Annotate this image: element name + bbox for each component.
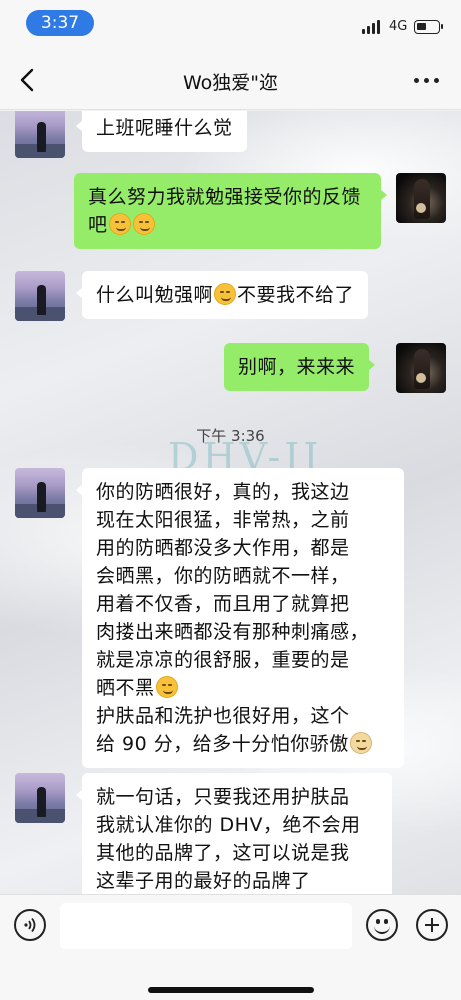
message-line: 会晒黑，你的防晒就不一样， xyxy=(96,565,350,587)
message-bubble-received[interactable]: 上班呢睡什么觉 xyxy=(76,111,247,152)
message-line: 我就认准你的 DHV，绝不会用 xyxy=(96,814,361,836)
message-text: 不要我不给了 xyxy=(237,284,355,306)
my-avatar[interactable] xyxy=(396,173,446,223)
message-line: 你的防晒很好，真的，我这边 xyxy=(96,481,350,503)
message-line: 肉搂出来晒都没有那种刺痛感， xyxy=(96,621,370,643)
message-text: 什么叫勉强啊 xyxy=(96,284,214,306)
message-line: 晒不黑 xyxy=(96,677,155,699)
network-type: 4G xyxy=(389,19,408,34)
message-text-input[interactable] xyxy=(60,903,352,949)
message-bubble-received[interactable]: 就一句话，只要我还用护肤品 我就认准你的 DHV，绝不会用 其他的品牌了，这可以… xyxy=(76,773,392,894)
contact-avatar[interactable] xyxy=(15,773,65,823)
message-bubble-received[interactable]: 你的防晒很好，真的，我这边 现在太阳很猛，非常热，之前 用的防晒都没多大作用，都… xyxy=(76,468,404,768)
voice-icon[interactable] xyxy=(14,909,46,941)
message-line: 其他的品牌了，这可以说是我 xyxy=(96,842,350,864)
thinking-face-emoji-icon xyxy=(132,213,155,235)
chevron-left-icon[interactable] xyxy=(18,68,38,92)
message-line: 现在太阳很猛，非常热，之前 xyxy=(96,509,350,531)
message-line: 用着不仅香，而且用了就算把 xyxy=(96,593,350,615)
message-line: 护肤品和洗护也很好用，这个 xyxy=(96,705,350,727)
contact-avatar[interactable] xyxy=(15,111,65,158)
chat-header: Wo独爱"迩 xyxy=(0,50,461,110)
message-line: 给 90 分，给多十分怕你骄傲 xyxy=(96,733,349,755)
message-text: 别啊，来来来 xyxy=(238,356,356,378)
message-line: 就一句话，只要我还用护肤品 xyxy=(96,786,350,808)
my-avatar[interactable] xyxy=(396,343,446,393)
chat-message-list[interactable]: 上班呢睡什么觉 真么努力我就勉强接受你的反馈吧 什么叫勉强啊 不要我不给了 别啊，… xyxy=(0,111,461,894)
battery-icon xyxy=(414,20,443,34)
message-timestamp: 下午 3:36 xyxy=(196,427,265,445)
more-dots-icon[interactable] xyxy=(414,78,440,84)
message-text: 上班呢睡什么觉 xyxy=(96,117,233,139)
emoji-icon[interactable] xyxy=(366,909,398,941)
message-input-bar xyxy=(0,894,461,1000)
message-line: 这辈子用的最好的品牌了 xyxy=(96,870,311,892)
message-line: 就是凉凉的很舒服，重要的是 xyxy=(96,649,350,671)
chat-title: Wo独爱"迩 xyxy=(182,72,279,94)
status-bar: 3:37 4G xyxy=(0,0,461,50)
plus-icon[interactable] xyxy=(416,909,448,941)
thinking-face-emoji-icon xyxy=(108,213,131,235)
home-indicator[interactable] xyxy=(148,987,314,993)
smile-face-emoji-icon xyxy=(214,283,237,305)
message-bubble-sent[interactable]: 真么努力我就勉强接受你的反馈吧 xyxy=(74,173,387,249)
message-line: 用的防晒都没多大作用，都是 xyxy=(96,537,350,559)
laughing-face-emoji-icon xyxy=(155,676,178,698)
contact-avatar[interactable] xyxy=(15,468,65,518)
message-bubble-sent[interactable]: 别啊，来来来 xyxy=(224,343,376,391)
signal-icon xyxy=(362,20,382,34)
message-bubble-received[interactable]: 什么叫勉强啊 不要我不给了 xyxy=(75,271,369,319)
contact-avatar[interactable] xyxy=(15,271,65,321)
status-time: 3:37 xyxy=(26,10,94,36)
dog-face-emoji-icon xyxy=(349,732,372,754)
